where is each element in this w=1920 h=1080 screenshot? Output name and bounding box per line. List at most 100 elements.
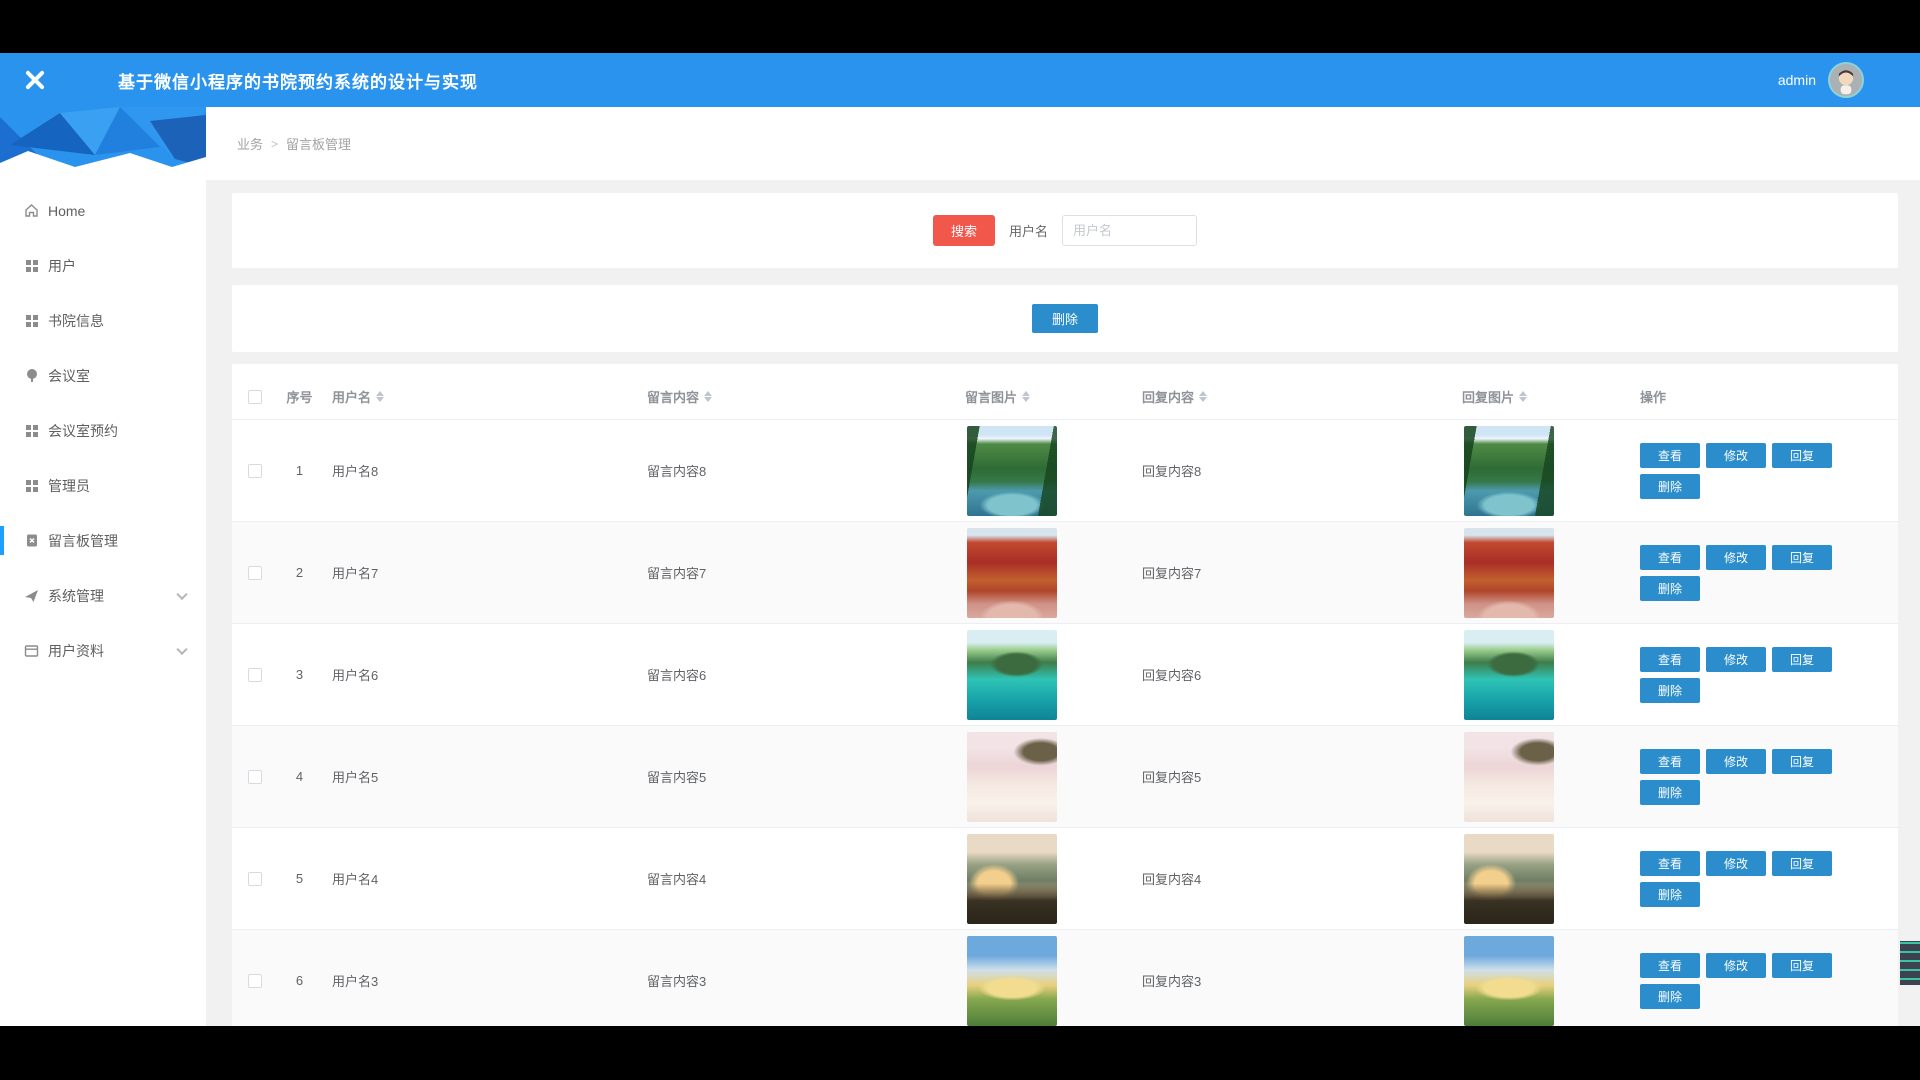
cell-reply: 回复内容3 (1132, 971, 1452, 990)
search-button[interactable]: 搜索 (933, 215, 995, 246)
reply-button[interactable]: 回复 (1772, 647, 1832, 672)
message-image-thumbnail (967, 936, 1057, 1026)
sort-icon[interactable] (376, 391, 384, 402)
edit-button[interactable]: 修改 (1706, 749, 1766, 774)
reply-button[interactable]: 回复 (1772, 953, 1832, 978)
select-all-checkbox[interactable] (248, 390, 262, 404)
cell-username: 用户名3 (322, 971, 637, 990)
table-row: 3 用户名6 留言内容6 回复内容6 查看 修改 回复 删除 (232, 624, 1898, 726)
table-header-row: 序号 用户名 留言内容 留言图片 回复内容 回复图 (232, 374, 1898, 420)
table-row: 4 用户名5 留言内容5 回复内容5 查看 修改 回复 删除 (232, 726, 1898, 828)
view-button[interactable]: 查看 (1640, 953, 1700, 978)
view-button[interactable]: 查看 (1640, 851, 1700, 876)
cell-username: 用户名5 (322, 767, 637, 786)
cell-reply: 回复内容4 (1132, 869, 1452, 888)
row-actions: 查看 修改 回复 删除 (1640, 851, 1845, 907)
avatar[interactable] (1828, 62, 1864, 98)
row-checkbox[interactable] (248, 974, 262, 988)
close-icon (24, 69, 46, 91)
sidebar-item-label: 会议室 (48, 366, 90, 386)
delete-button[interactable]: 删除 (1640, 576, 1700, 601)
delete-button[interactable]: 删除 (1640, 882, 1700, 907)
reply-image-thumbnail (1464, 834, 1554, 924)
reply-button[interactable]: 回复 (1772, 545, 1832, 570)
logged-in-user[interactable]: admin (1778, 72, 1816, 88)
sort-icon[interactable] (1199, 391, 1207, 402)
edit-button[interactable]: 修改 (1706, 851, 1766, 876)
view-button[interactable]: 查看 (1640, 647, 1700, 672)
cell-index: 2 (277, 565, 322, 580)
breadcrumb-separator: > (271, 137, 278, 151)
sidebar-item-label: 留言板管理 (48, 531, 118, 551)
reply-button[interactable]: 回复 (1772, 749, 1832, 774)
sidebar-item-label: 书院信息 (48, 311, 104, 331)
close-button[interactable] (0, 53, 70, 107)
row-checkbox[interactable] (248, 770, 262, 784)
edit-button[interactable]: 修改 (1706, 545, 1766, 570)
username-search-input[interactable] (1062, 215, 1197, 246)
reply-button[interactable]: 回复 (1772, 443, 1832, 468)
message-image-thumbnail (967, 528, 1057, 618)
letterbox-bottom (0, 1026, 1920, 1080)
sort-icon[interactable] (704, 391, 712, 402)
cell-username: 用户名4 (322, 869, 637, 888)
view-button[interactable]: 查看 (1640, 749, 1700, 774)
reply-button[interactable]: 回复 (1772, 851, 1832, 876)
chevron-down-icon (176, 643, 187, 654)
column-header-username: 用户名 (322, 387, 637, 406)
sidebar: Home 用户 书院信息 会议室 (0, 107, 206, 1028)
clipboard-icon (24, 533, 39, 548)
column-header-index: 序号 (277, 387, 322, 406)
row-checkbox[interactable] (248, 464, 262, 478)
row-checkbox[interactable] (248, 872, 262, 886)
sidebar-item-users[interactable]: 用户 (0, 238, 206, 293)
cell-message: 留言内容4 (637, 869, 955, 888)
row-checkbox[interactable] (248, 566, 262, 580)
table-row: 2 用户名7 留言内容7 回复内容7 查看 修改 回复 删除 (232, 522, 1898, 624)
cell-message: 留言内容7 (637, 563, 955, 582)
delete-button[interactable]: 删除 (1640, 474, 1700, 499)
sidebar-item-label: Home (48, 203, 85, 219)
pin-icon (24, 368, 39, 383)
main-content: 搜索 用户名 删除 序号 用户名 留言内容 留言图片 (206, 180, 1920, 1028)
sidebar-item-user-profile[interactable]: 用户资料 (0, 623, 206, 678)
breadcrumb-section[interactable]: 业务 (237, 134, 263, 153)
row-actions: 查看 修改 回复 删除 (1640, 647, 1845, 703)
edit-button[interactable]: 修改 (1706, 443, 1766, 468)
grid-icon (24, 313, 39, 328)
sidebar-item-academy-info[interactable]: 书院信息 (0, 293, 206, 348)
username-field-label: 用户名 (1009, 221, 1048, 240)
view-button[interactable]: 查看 (1640, 443, 1700, 468)
edit-button[interactable]: 修改 (1706, 647, 1766, 672)
column-header-reply: 回复内容 (1132, 387, 1452, 406)
search-panel: 搜索 用户名 (232, 193, 1898, 268)
floating-widget-button[interactable] (1896, 935, 1920, 991)
sidebar-item-label: 管理员 (48, 476, 90, 496)
sidebar-item-home[interactable]: Home (0, 183, 206, 238)
sidebar-item-admin[interactable]: 管理员 (0, 458, 206, 513)
column-header-reply-image: 回复图片 (1452, 387, 1630, 406)
delete-button[interactable]: 删除 (1640, 678, 1700, 703)
sort-icon[interactable] (1519, 391, 1527, 402)
edit-button[interactable]: 修改 (1706, 953, 1766, 978)
bulk-delete-button[interactable]: 删除 (1032, 304, 1098, 333)
cell-reply: 回复内容7 (1132, 563, 1452, 582)
row-actions: 查看 修改 回复 删除 (1640, 953, 1845, 1009)
delete-button[interactable]: 删除 (1640, 780, 1700, 805)
sidebar-item-system-management[interactable]: 系统管理 (0, 568, 206, 623)
sidebar-item-meeting-room[interactable]: 会议室 (0, 348, 206, 403)
sidebar-item-meeting-room-booking[interactable]: 会议室预约 (0, 403, 206, 458)
avatar-face-icon (1830, 62, 1862, 98)
view-button[interactable]: 查看 (1640, 545, 1700, 570)
column-header-message-image: 留言图片 (955, 387, 1132, 406)
row-checkbox[interactable] (248, 668, 262, 682)
grid-icon (24, 423, 39, 438)
table-row: 1 用户名8 留言内容8 回复内容8 查看 修改 回复 删除 (232, 420, 1898, 522)
cell-message: 留言内容6 (637, 665, 955, 684)
sidebar-banner (0, 107, 206, 177)
delete-button[interactable]: 删除 (1640, 984, 1700, 1009)
sidebar-item-message-board[interactable]: 留言板管理 (0, 513, 206, 568)
grid-icon (24, 258, 39, 273)
reply-image-thumbnail (1464, 732, 1554, 822)
sort-icon[interactable] (1022, 391, 1030, 402)
